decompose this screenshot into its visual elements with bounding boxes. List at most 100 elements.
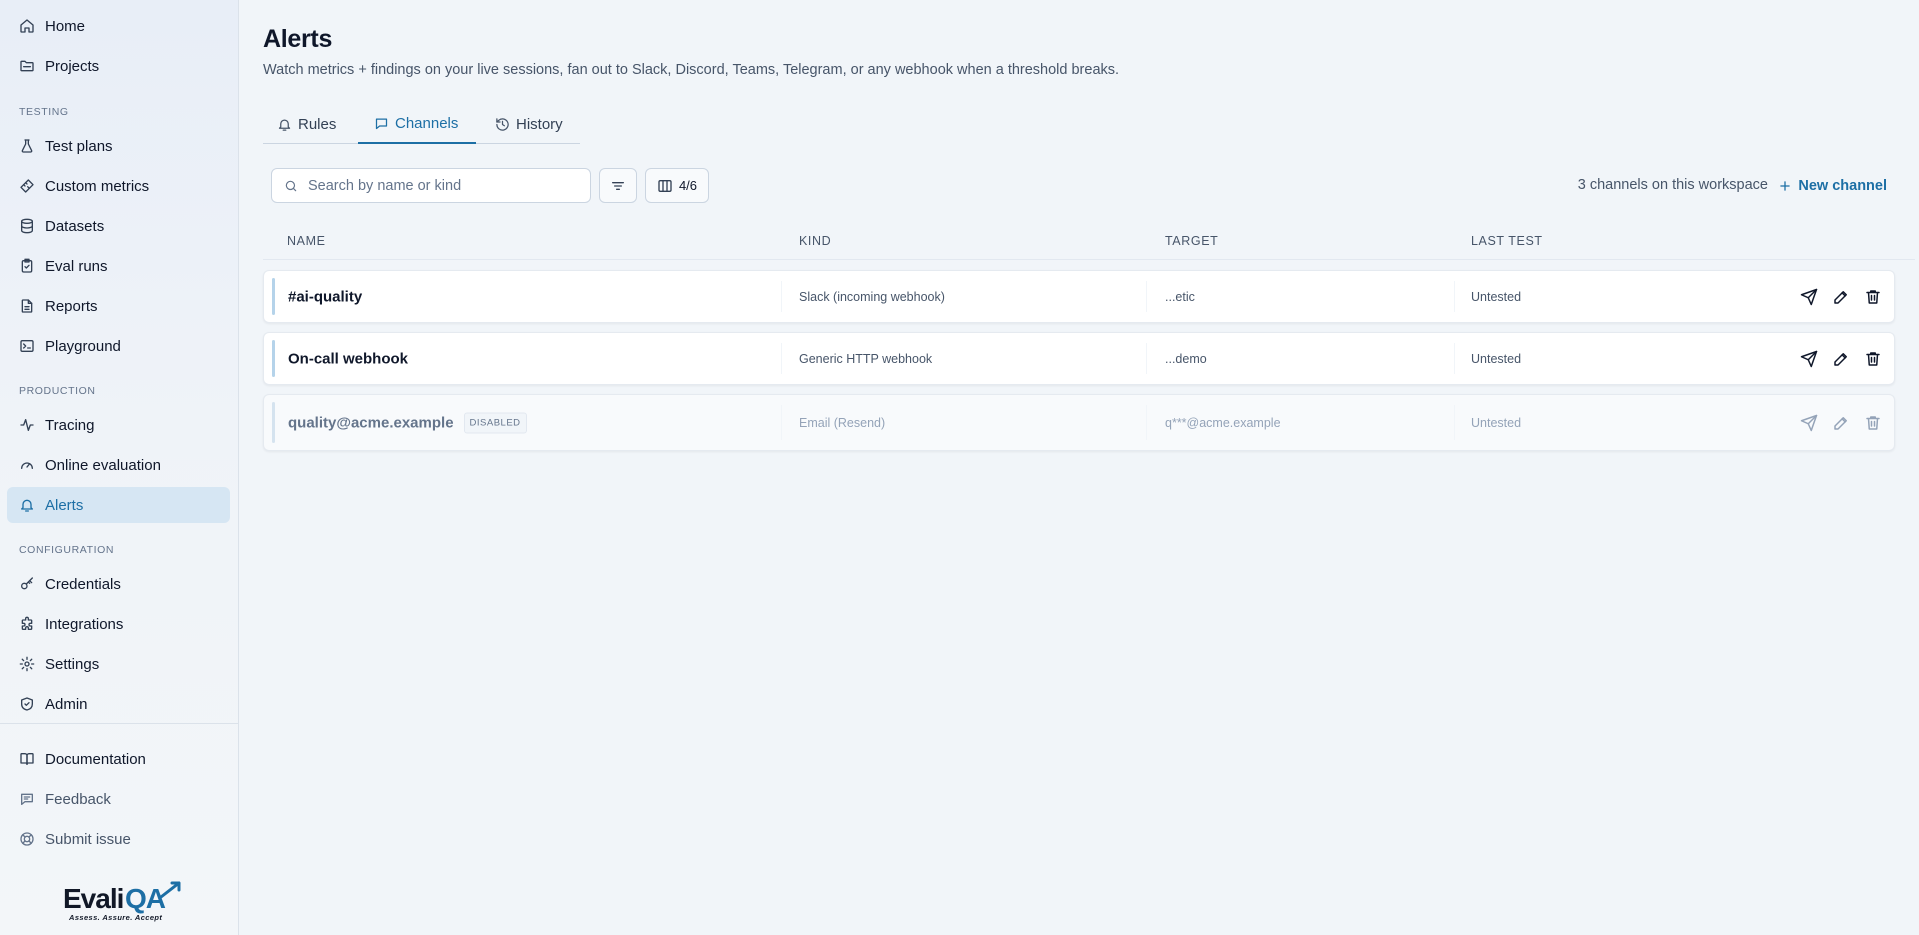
sidebar-item-playground[interactable]: Playground xyxy=(7,328,230,364)
tabs: Rules Channels History xyxy=(263,105,580,144)
new-channel-button[interactable]: New channel xyxy=(1778,172,1887,199)
sidebar-item-admin[interactable]: Admin xyxy=(7,686,230,722)
sidebar-item-submit-issue[interactable]: Submit issue xyxy=(7,821,230,857)
sidebar-item-label: Alerts xyxy=(45,496,84,514)
sidebar-item-tracing[interactable]: Tracing xyxy=(7,407,230,443)
status-badge: DISABLED xyxy=(463,412,527,433)
trash-icon[interactable] xyxy=(1864,350,1882,368)
ruler-icon xyxy=(19,178,35,194)
sidebar-item-label: Settings xyxy=(45,655,100,673)
terminal-icon xyxy=(19,338,35,354)
page-subtitle: Watch metrics + findings on your live se… xyxy=(263,62,1120,78)
tab-rules[interactable]: Rules xyxy=(277,105,339,144)
sidebar-item-integrations[interactable]: Integrations xyxy=(7,606,230,642)
channel-last-test: Untested xyxy=(1471,351,1522,366)
tab-label: History xyxy=(516,116,563,133)
file-text-icon xyxy=(19,298,35,314)
row-actions xyxy=(1800,350,1882,368)
sidebar-item-label: Reports xyxy=(45,297,98,315)
send-test-icon[interactable] xyxy=(1800,414,1818,432)
tab-channels[interactable]: Channels xyxy=(358,105,476,144)
sidebar-item-label: Documentation xyxy=(45,750,146,768)
trash-icon[interactable] xyxy=(1864,288,1882,306)
sidebar-item-label: Integrations xyxy=(45,615,124,633)
sidebar-item-custom-metrics[interactable]: Custom metrics xyxy=(7,168,230,204)
filter-button[interactable] xyxy=(599,168,637,203)
column-separator xyxy=(1454,281,1455,312)
sidebar-item-label: Eval runs xyxy=(45,257,108,275)
column-separator xyxy=(1146,281,1147,312)
channel-name: #ai-quality xyxy=(288,288,363,305)
sidebar-item-label: Custom metrics xyxy=(45,177,150,195)
search-box[interactable] xyxy=(271,168,591,203)
sidebar-item-projects[interactable]: Projects xyxy=(7,48,230,84)
sidebar-divider xyxy=(0,723,239,724)
send-test-icon[interactable] xyxy=(1800,288,1818,306)
sidebar-item-alerts[interactable]: Alerts xyxy=(7,487,230,523)
sidebar-item-eval-runs[interactable]: Eval runs xyxy=(7,248,230,284)
search-icon xyxy=(284,179,298,193)
svg-text:Evali: Evali xyxy=(63,883,123,914)
search-input[interactable] xyxy=(308,177,578,194)
sidebar-item-online-evaluation[interactable]: Online evaluation xyxy=(7,447,230,483)
column-separator xyxy=(1146,343,1147,374)
sidebar-item-credentials[interactable]: Credentials xyxy=(7,566,230,602)
channel-name: quality@acme.example DISABLED xyxy=(288,412,527,433)
evaliqa-logo: Evali QA Assess. Assure. Accept xyxy=(62,880,186,925)
row-actions xyxy=(1800,414,1882,432)
section-label-configuration: CONFIGURATION xyxy=(19,544,115,556)
evaliqa-logo-mark: Evali QA Assess. Assure. Accept xyxy=(63,881,181,922)
sidebar-item-settings[interactable]: Settings xyxy=(7,646,230,682)
column-header-name[interactable]: NAME xyxy=(287,234,326,248)
channel-count: 3 channels on this workspace xyxy=(1577,177,1768,193)
channel-target: q***@acme.example xyxy=(1165,415,1281,430)
sidebar-item-label: Admin xyxy=(45,695,88,713)
bell-icon xyxy=(277,117,292,132)
trash-icon[interactable] xyxy=(1864,414,1882,432)
column-separator xyxy=(781,343,782,374)
column-header-last-test[interactable]: LAST TEST xyxy=(1471,234,1543,248)
sidebar-item-test-plans[interactable]: Test plans xyxy=(7,128,230,164)
message-icon xyxy=(19,791,35,807)
columns-button[interactable]: 4/6 xyxy=(645,168,709,203)
table-row[interactable]: quality@acme.example DISABLED Email (Res… xyxy=(263,394,1895,451)
database-icon xyxy=(19,218,35,234)
edit-icon[interactable] xyxy=(1832,414,1850,432)
main-content: Alerts Watch metrics + findings on your … xyxy=(240,0,1919,935)
sidebar-item-feedback[interactable]: Feedback xyxy=(7,781,230,817)
folder-icon xyxy=(19,58,35,74)
sidebar-item-datasets[interactable]: Datasets xyxy=(7,208,230,244)
message-square-icon xyxy=(374,116,389,131)
channel-target: ...demo xyxy=(1165,351,1207,366)
channel-name: On-call webhook xyxy=(288,350,409,367)
new-channel-label: New channel xyxy=(1798,177,1887,194)
columns-icon xyxy=(657,178,673,194)
page-title: Alerts xyxy=(263,25,333,53)
lifebuoy-icon xyxy=(19,831,35,847)
activity-icon xyxy=(19,417,35,433)
plus-icon xyxy=(1778,179,1792,193)
sidebar-item-label: Datasets xyxy=(45,217,105,235)
sidebar: Home Projects TESTING Test plans Custom … xyxy=(0,0,239,935)
channel-kind: Generic HTTP webhook xyxy=(799,351,933,366)
tab-history[interactable]: History xyxy=(495,105,575,144)
column-separator xyxy=(1146,405,1147,440)
column-header-kind[interactable]: KIND xyxy=(799,234,831,248)
flask-icon xyxy=(19,138,35,154)
section-label-testing: TESTING xyxy=(19,106,69,118)
column-separator xyxy=(1454,405,1455,440)
sidebar-item-label: Online evaluation xyxy=(45,456,161,474)
edit-icon[interactable] xyxy=(1832,350,1850,368)
edit-icon[interactable] xyxy=(1832,288,1850,306)
sidebar-item-label: Projects xyxy=(45,57,100,75)
sidebar-item-reports[interactable]: Reports xyxy=(7,288,230,324)
history-icon xyxy=(495,117,510,132)
puzzle-icon xyxy=(19,616,35,632)
sidebar-item-documentation[interactable]: Documentation xyxy=(7,741,230,777)
send-test-icon[interactable] xyxy=(1800,350,1818,368)
tab-label: Channels xyxy=(395,115,459,132)
sidebar-item-home[interactable]: Home xyxy=(7,8,230,44)
table-row[interactable]: #ai-quality Slack (incoming webhook) ...… xyxy=(263,270,1895,323)
table-row[interactable]: On-call webhook Generic HTTP webhook ...… xyxy=(263,332,1895,385)
column-header-target[interactable]: TARGET xyxy=(1165,234,1218,248)
